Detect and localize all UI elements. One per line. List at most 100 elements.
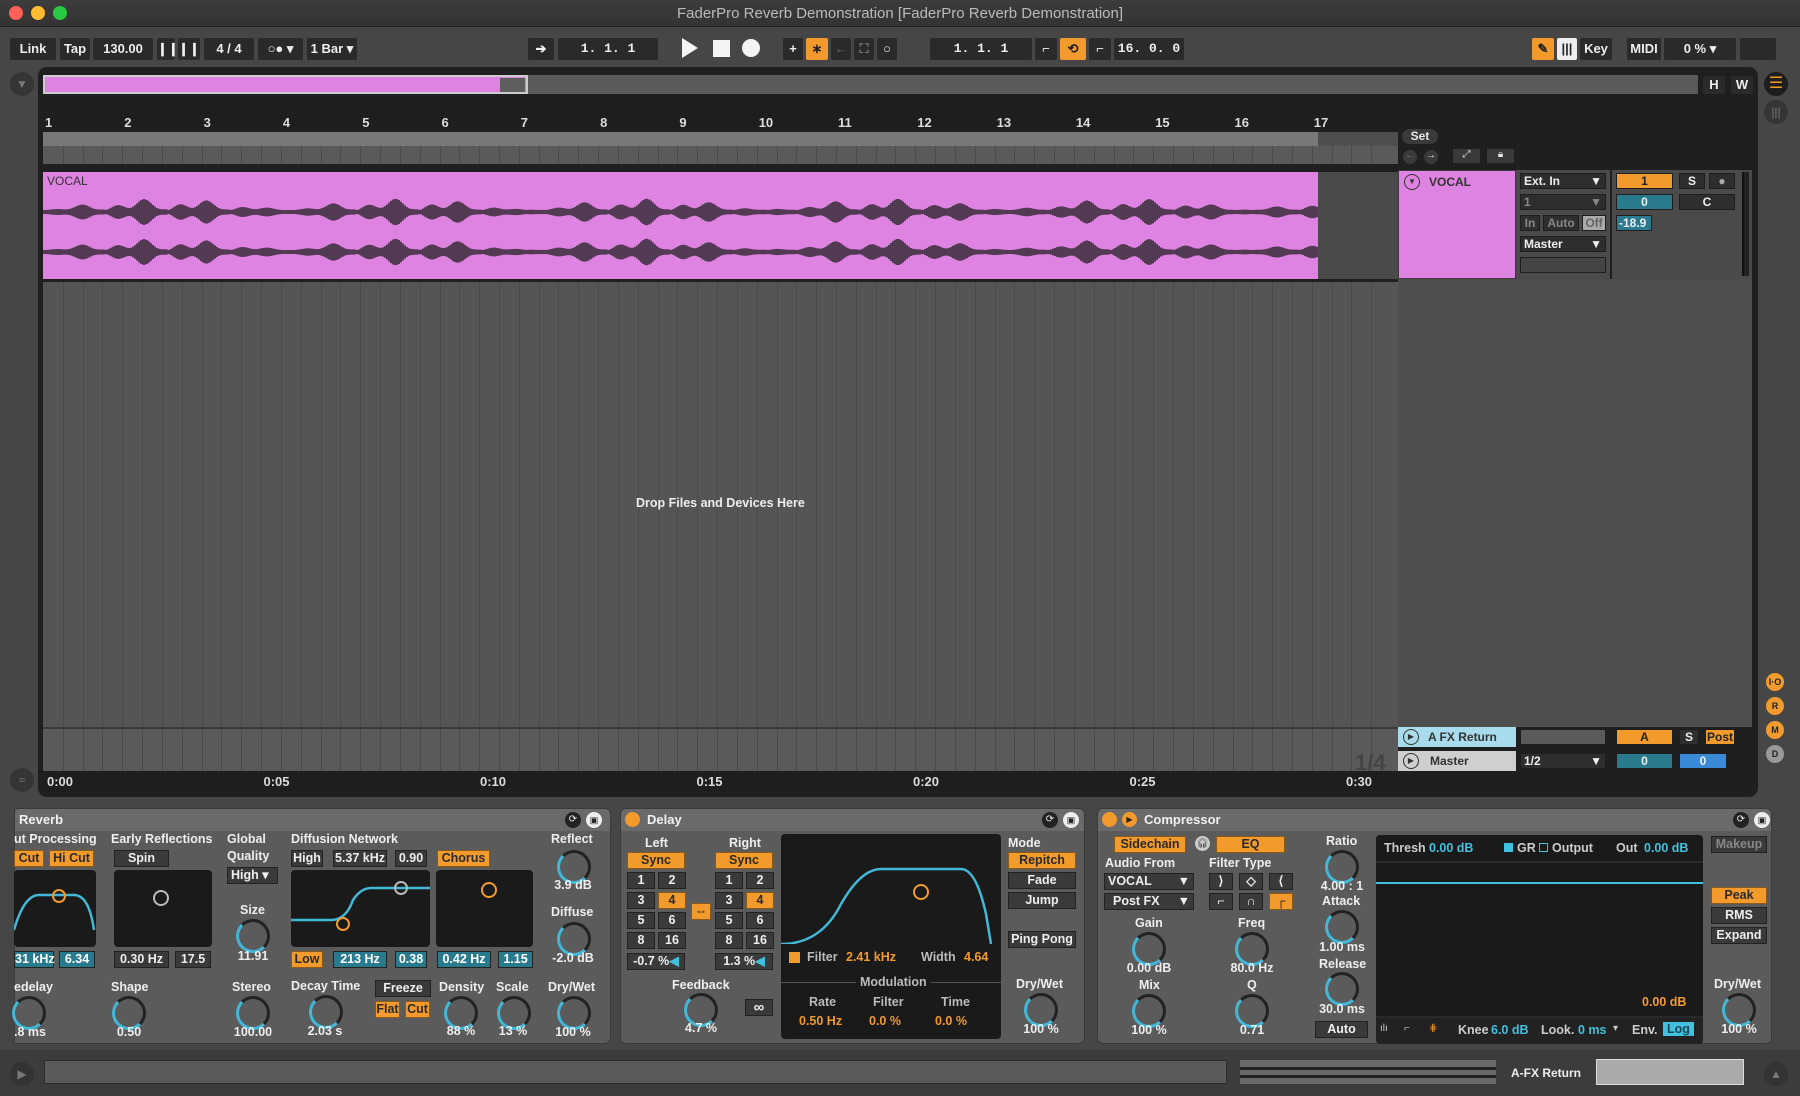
capture-button[interactable]: ⛶	[854, 38, 874, 60]
monitor-in-button[interactable]: In	[1520, 215, 1540, 231]
thresh-value[interactable]: 0.00 dB	[1429, 841, 1473, 855]
track-fold-icon[interactable]: ▼	[1404, 174, 1420, 190]
return-solo-button[interactable]: S	[1679, 729, 1699, 745]
lookahead-dropdown-icon[interactable]: ▾	[1613, 1023, 1618, 1034]
mixer-toggle-icon[interactable]: |||	[1764, 100, 1788, 124]
out-value[interactable]: 0.00 dB	[1644, 841, 1688, 855]
curve-view-icon[interactable]: ⌐	[1404, 1023, 1410, 1034]
computer-keyboard-button[interactable]: |||	[1557, 38, 1577, 60]
return-activator[interactable]: A	[1616, 729, 1673, 745]
stop-button[interactable]	[713, 40, 730, 57]
audio-clip[interactable]: VOCAL	[43, 172, 1318, 279]
zoom-window-button[interactable]	[53, 6, 67, 20]
device-chain-thumbnail[interactable]	[1596, 1059, 1744, 1085]
solo-button[interactable]: S	[1679, 173, 1705, 189]
save-preset-icon[interactable]: ▣	[1754, 812, 1770, 828]
input-type-select[interactable]: Ext. In ▼	[1520, 173, 1606, 189]
freeze-button[interactable]: Freeze	[375, 980, 431, 997]
volume-slider[interactable]: 0	[1616, 194, 1673, 210]
time-ruler-toggle-icon[interactable]: ≈	[10, 768, 34, 792]
song-position-field[interactable]: 1. 1. 1	[558, 38, 658, 60]
arm-button[interactable]: ●	[1709, 173, 1735, 189]
detail-expand-icon[interactable]: ▲	[1764, 1062, 1788, 1086]
minimize-window-button[interactable]	[31, 6, 45, 20]
filter-toggle-checkbox[interactable]	[789, 952, 800, 963]
expand-tracks-icon[interactable]: ⤢	[1453, 149, 1480, 163]
punch-in-button[interactable]: ⌐	[1035, 38, 1057, 60]
division-button-5[interactable]: 5	[627, 912, 655, 929]
early-reflections-display[interactable]	[114, 870, 212, 947]
detail-toggle-icon[interactable]: ▶	[10, 1062, 34, 1086]
diffusion-display[interactable]	[291, 870, 430, 947]
follow-button[interactable]: ➔	[528, 38, 554, 60]
optimize-height-button[interactable]: H	[1703, 76, 1725, 94]
division-button-3[interactable]: 3	[715, 892, 743, 909]
division-button-4[interactable]: 4	[658, 892, 686, 909]
audio-from-select[interactable]: VOCAL ▼	[1104, 873, 1194, 890]
width-value[interactable]: 4.64	[964, 950, 988, 964]
filter-highpass-button[interactable]: ┌	[1269, 893, 1293, 910]
spin-rate-field[interactable]: 0.30 Hz	[114, 951, 169, 968]
division-button-6[interactable]: 6	[658, 912, 686, 929]
low-shelf-button[interactable]: Low	[291, 951, 323, 968]
meter-view-icon[interactable]: ılı	[1380, 1023, 1388, 1034]
spin-amount-field[interactable]: 17.5	[175, 951, 211, 968]
right-offset-field[interactable]: 1.3 %◀	[715, 953, 773, 970]
set-locators-button[interactable]: Set	[1402, 129, 1438, 144]
compressor-power-button[interactable]	[1102, 812, 1117, 827]
makeup-button[interactable]: Makeup	[1711, 836, 1767, 853]
menu-icon[interactable]: ☰	[1764, 72, 1788, 96]
attack-knob[interactable]	[1325, 910, 1359, 944]
low-freq-field[interactable]: 213 Hz	[333, 951, 387, 968]
threshold-line[interactable]	[1376, 882, 1703, 884]
mode-fade-button[interactable]: Fade	[1008, 872, 1076, 889]
seconds-ruler[interactable]: 0:00 0:05 0:10 0:15 0:20 0:25 0:30	[43, 771, 1398, 791]
compressor-display[interactable]: Thresh 0.00 dB GR Output Out 0.00 dB 0.0…	[1376, 835, 1703, 1044]
hot-swap-icon[interactable]: ⟳	[1042, 812, 1058, 828]
compressor-title[interactable]: Compressor	[1098, 809, 1771, 831]
chorus-rate-field[interactable]: 0.42 Hz	[437, 951, 491, 968]
tap-point-select[interactable]: Post FX ▼	[1104, 893, 1194, 910]
tempo-field[interactable]: 130.00	[93, 38, 153, 60]
high-amount-field[interactable]: 0.90	[395, 850, 427, 867]
automation-arm-button[interactable]: ∗	[806, 38, 828, 60]
delay-toggle-button[interactable]: D	[1766, 745, 1784, 763]
track-header-vocal[interactable]: ▼ VOCAL	[1398, 170, 1516, 279]
draw-mode-button[interactable]: ✎	[1532, 38, 1554, 60]
hot-swap-icon[interactable]: ⟳	[565, 812, 581, 828]
division-button-6[interactable]: 6	[746, 912, 774, 929]
sidechain-button[interactable]: Sidechain	[1114, 836, 1186, 853]
low-amount-field[interactable]: 0.38	[395, 951, 427, 968]
filter-lowshelf-button[interactable]: ⟩	[1209, 873, 1233, 890]
rms-button[interactable]: RMS	[1711, 907, 1767, 924]
track-header-master[interactable]: ▶ Master	[1398, 751, 1516, 771]
ping-pong-button[interactable]: Ping Pong	[1008, 931, 1076, 948]
midi-map-button[interactable]: MIDI	[1627, 38, 1661, 60]
loop-button[interactable]: ⟲	[1060, 38, 1086, 60]
gr-checkbox[interactable]	[1504, 843, 1513, 852]
envelope-log-button[interactable]: Log	[1663, 1022, 1694, 1036]
division-button-2[interactable]: 2	[746, 872, 774, 889]
quality-select[interactable]: High ▾	[227, 867, 278, 884]
beat-time-ruler[interactable]: 1 2 3 4 5 6 7 8 9 10 11 12 13 14 15 16 17	[43, 110, 1398, 132]
overdub-button[interactable]: +	[783, 38, 803, 60]
nudge-up-icon[interactable]: ❙❙	[178, 38, 200, 60]
delay-filter-display[interactable]: Filter 2.41 kHz Width 4.64 Modulation Ra…	[781, 834, 1001, 1039]
chorus-display[interactable]	[436, 870, 533, 947]
cut-button[interactable]: Cut	[405, 1001, 430, 1018]
meter-peak-value[interactable]: -18.9	[1616, 215, 1652, 231]
track-fold-icon[interactable]: ▶	[1403, 729, 1419, 745]
pre-post-button[interactable]: Post	[1705, 729, 1735, 745]
division-button-8[interactable]: 8	[627, 932, 655, 949]
io-toggle-button[interactable]: I·O	[1766, 673, 1784, 691]
left-sync-button[interactable]: Sync	[627, 852, 685, 869]
freeze-infinite-button[interactable]: ∞	[745, 999, 773, 1016]
filter-notch-button[interactable]: ⟨	[1269, 873, 1293, 890]
high-shelf-button[interactable]: High	[291, 850, 323, 867]
spin-button[interactable]: Spin	[114, 850, 169, 867]
play-button[interactable]	[682, 38, 698, 58]
lookahead-value[interactable]: 0 ms	[1578, 1023, 1607, 1037]
pan-slider[interactable]: C	[1679, 194, 1735, 210]
optimize-width-button[interactable]: W	[1731, 76, 1753, 94]
mode-repitch-button[interactable]: Repitch	[1008, 852, 1076, 869]
